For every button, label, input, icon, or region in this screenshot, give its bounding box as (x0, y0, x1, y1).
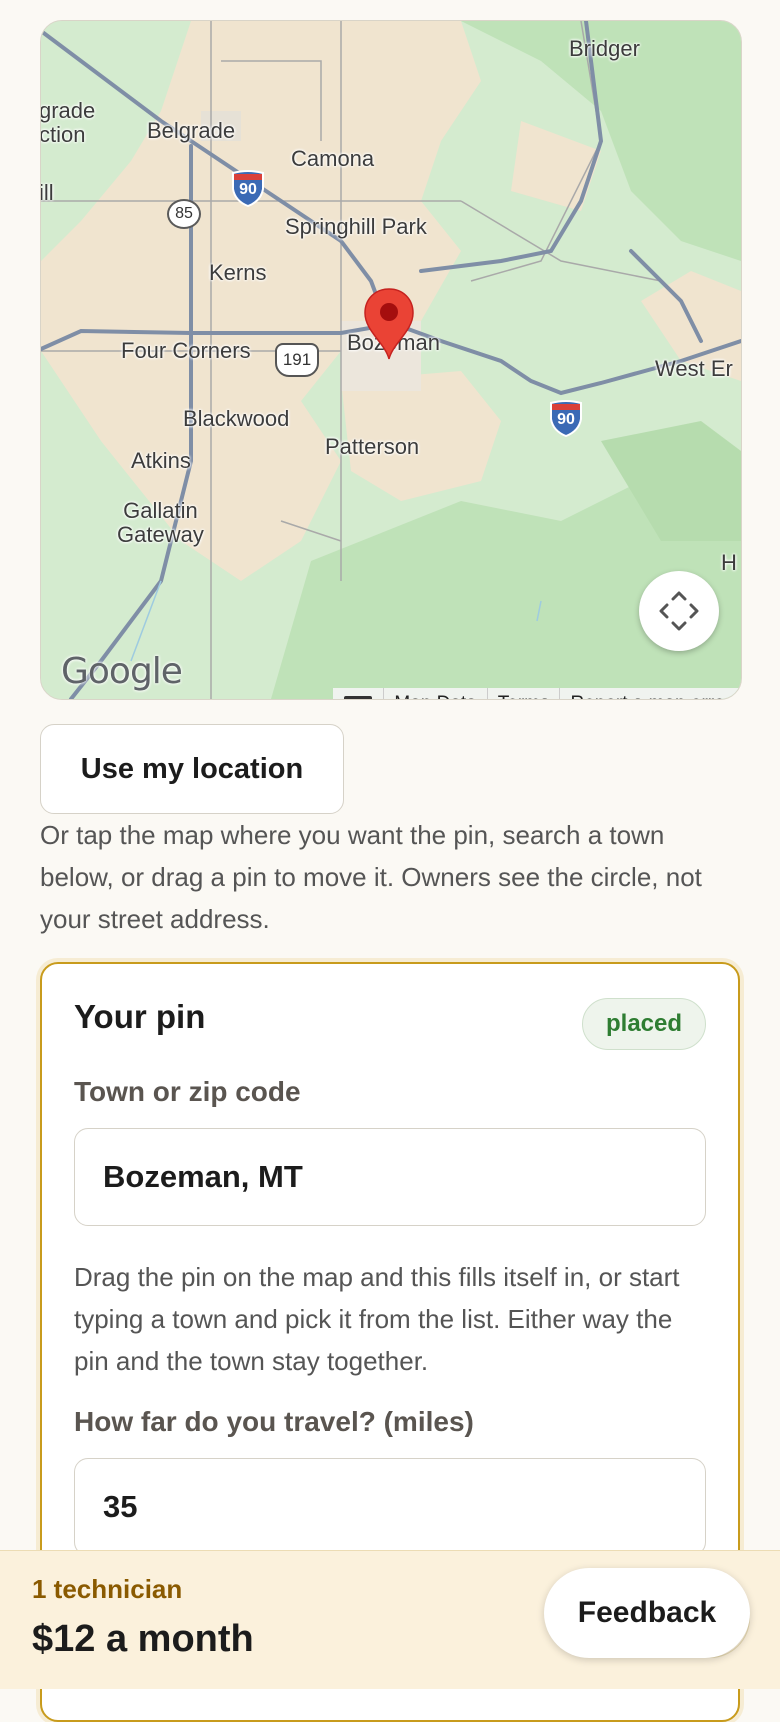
recenter-button[interactable] (639, 571, 719, 651)
map-label-h-edge: H (721, 550, 737, 575)
map-hint-text: Or tap the map where you want the pin, s… (40, 820, 702, 934)
map-view[interactable]: Bridger grade ction Belgrade Camona ill … (40, 20, 742, 700)
report-map-error-link[interactable]: Report a map error (559, 688, 741, 699)
map-label-bridger: Bridger (569, 36, 640, 61)
interstate-number: 90 (239, 181, 257, 198)
interstate-number: 90 (557, 411, 575, 428)
map-label-west-end: West Er (655, 356, 733, 381)
map-pin-icon[interactable] (363, 287, 415, 361)
map-label-kerns: Kerns (209, 260, 267, 285)
distance-field-label: How far do you travel? (miles) (74, 1406, 474, 1437)
map-label-hill: ill (40, 180, 54, 205)
map-label-belgrade: Belgrade (147, 118, 236, 143)
map-attribution-bar: Map Data Terms Report a map error (333, 688, 741, 699)
google-logo: Google (61, 651, 183, 692)
technician-count: 1 technician (32, 1574, 183, 1604)
map-data-link[interactable]: Map Data (383, 688, 486, 699)
map-label-springhill-park: Springhill Park (285, 214, 427, 239)
map-label-gallatin-gateway: Gallatin Gateway (117, 498, 204, 547)
town-input-value: Bozeman, MT (103, 1159, 303, 1194)
status-badge: placed (582, 998, 706, 1050)
pin-card-title: Your pin (74, 998, 206, 1035)
map-label-four-corners: Four Corners (121, 338, 251, 363)
us-route-shield-icon: 191 (275, 343, 319, 377)
state-route-shield-icon: 85 (167, 199, 201, 229)
keyboard-icon[interactable] (333, 695, 383, 699)
town-field-label: Town or zip code (74, 1076, 301, 1107)
map-label-atkins: Atkins (131, 448, 191, 473)
interstate-shield-icon: 90 (549, 399, 583, 437)
feedback-button[interactable]: Feedback (544, 1568, 750, 1658)
map-label-patterson: Patterson (325, 434, 420, 459)
monthly-price: $12 a month (32, 1618, 254, 1660)
town-input[interactable]: Bozeman, MT (74, 1128, 706, 1226)
map-label-belgrade-junction: grade ction (40, 98, 96, 147)
distance-input-value: 35 (103, 1489, 138, 1524)
terms-link[interactable]: Terms (486, 688, 560, 699)
recenter-arrows-icon (659, 591, 699, 631)
interstate-shield-icon: 90 (231, 169, 265, 207)
map-label-camona: Camona (291, 146, 375, 171)
use-my-location-button[interactable]: Use my location (40, 724, 344, 814)
distance-input[interactable]: 35 (74, 1458, 706, 1556)
map-label-blackwood: Blackwood (183, 406, 290, 431)
town-help-text: Drag the pin on the map and this fills i… (74, 1262, 680, 1376)
